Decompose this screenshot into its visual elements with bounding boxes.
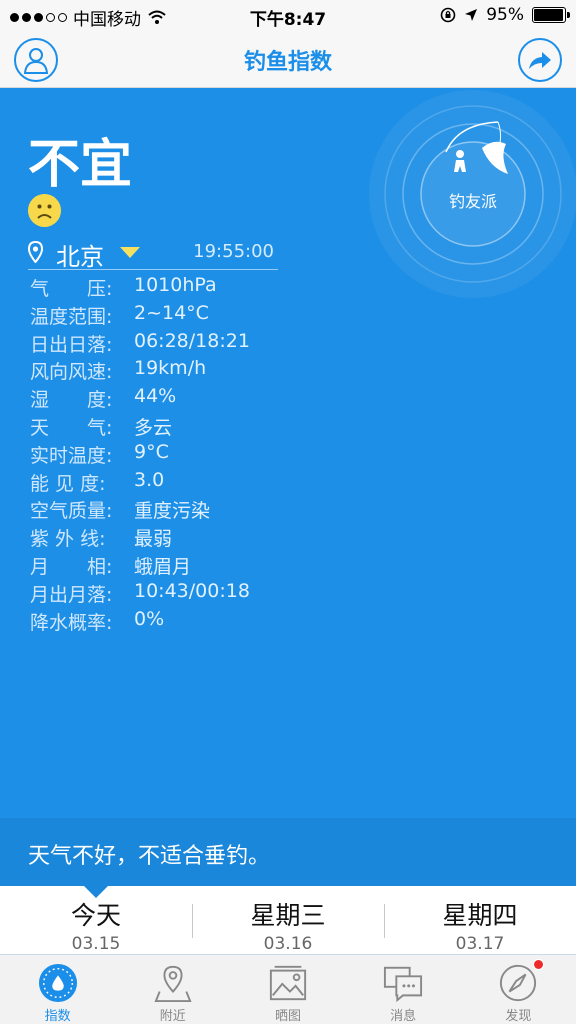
- info-row: 紫 外 线: 最弱: [30, 524, 250, 552]
- photo-icon: [269, 965, 307, 1001]
- verdict-title: 不宜: [28, 135, 133, 195]
- info-row: 空气质量: 重度污染: [30, 496, 250, 524]
- info-row: 温度范围: 2~14°C: [30, 302, 250, 330]
- info-row: 日出日落: 06:28/18:21: [30, 330, 250, 358]
- info-value: 最弱: [134, 528, 173, 551]
- info-row: 风向风速: 19km/h: [30, 357, 250, 385]
- tab-discover[interactable]: 发现: [461, 955, 576, 1024]
- day-name: 星期三: [250, 901, 326, 930]
- fishing-index-panel: 钓友派 不宜 北京 19:55:00 气 压: 1010hPa 温度范围: 2~14°…: [0, 88, 576, 818]
- update-time: 19:55:00: [193, 241, 274, 262]
- info-row: 气 压: 1010hPa: [30, 274, 250, 302]
- day-date: 03.16: [263, 934, 313, 954]
- tab-label: 消息: [390, 1009, 417, 1024]
- info-row: 天 气: 多云: [30, 413, 250, 441]
- info-label: 天 气:: [30, 416, 113, 439]
- day-selector: 今天 03.15 星期三 03.16 星期四 03.17: [0, 886, 576, 954]
- tab-label: 晒图: [274, 1009, 301, 1024]
- info-row: 湿 度: 44%: [30, 385, 250, 413]
- info-value: 重度污染: [134, 500, 211, 523]
- tab-photos[interactable]: 晒图: [230, 955, 345, 1024]
- day-tab-today[interactable]: 今天 03.15: [0, 896, 192, 954]
- info-value: 蛾眉月: [134, 555, 192, 578]
- info-label: 降水概率:: [30, 611, 113, 634]
- chevron-down-icon[interactable]: [120, 247, 140, 258]
- info-label: 湿 度:: [30, 389, 113, 412]
- info-label: 紫 外 线:: [30, 528, 106, 551]
- share-icon: [529, 52, 551, 69]
- tab-messages[interactable]: 消息: [346, 955, 461, 1024]
- message-icon: [384, 966, 423, 1003]
- info-row: 降水概率: 0%: [30, 608, 250, 636]
- tab-bar: 指数 附近 晒图 消息 发现: [0, 954, 576, 1024]
- tab-index[interactable]: 指数: [0, 955, 115, 1024]
- day-date: 03.17: [455, 934, 505, 954]
- info-label: 空气质量:: [30, 500, 113, 523]
- battery-percent: 95%: [486, 5, 524, 25]
- info-value: 19km/h: [134, 357, 207, 380]
- map-pin-icon: [154, 965, 192, 1003]
- info-value: 0%: [134, 607, 165, 630]
- tab-label: 发现: [505, 1009, 532, 1024]
- share-button[interactable]: [518, 38, 562, 82]
- info-label: 实时温度:: [30, 444, 113, 467]
- info-value: 06:28/18:21: [134, 329, 250, 352]
- day-name: 今天: [70, 901, 121, 930]
- location-pin-icon: [28, 241, 43, 263]
- fisherman-logo-icon: [445, 121, 508, 174]
- day-tab-thursday[interactable]: 星期四 03.17: [384, 896, 576, 954]
- info-label: 月 相:: [30, 555, 113, 578]
- location-selector[interactable]: 北京 19:55:00: [28, 236, 278, 271]
- info-label: 日出日落:: [30, 333, 113, 356]
- info-label: 温度范围:: [30, 305, 113, 328]
- city-name: 北京: [56, 243, 104, 271]
- info-label: 风向风速:: [30, 361, 113, 384]
- info-value: 1010hPa: [134, 274, 217, 296]
- weather-info-list: 气 压: 1010hPa 温度范围: 2~14°C 日出日落: 06:28/18:21 风向…: [30, 274, 250, 635]
- notification-badge: [532, 959, 544, 970]
- info-row: 月 相: 蛾眉月: [30, 552, 250, 580]
- day-date: 03.15: [71, 934, 121, 954]
- page-title: 钓鱼指数: [243, 50, 332, 75]
- brand-name: 钓友派: [448, 192, 497, 211]
- info-value: 2~14°C: [134, 301, 209, 324]
- advice-strip: 天气不好，不适合垂钓。: [0, 818, 576, 886]
- nav-bar: 钓鱼指数: [0, 30, 576, 88]
- info-label: 月出月落:: [30, 583, 113, 606]
- info-value: 多云: [134, 416, 173, 439]
- info-label: 能 见 度:: [30, 472, 106, 495]
- day-tab-wednesday[interactable]: 星期三 03.16: [192, 896, 384, 954]
- info-row: 月出月落: 10:43/00:18: [30, 580, 250, 608]
- compass-icon: [500, 964, 537, 1002]
- tab-nearby[interactable]: 附近: [115, 955, 230, 1024]
- sad-face-icon: [28, 194, 61, 227]
- info-value: 10:43/00:18: [134, 579, 250, 602]
- day-name: 星期四: [442, 901, 518, 930]
- location-arrow-icon: [465, 9, 478, 21]
- tab-label: 指数: [44, 1009, 71, 1024]
- tab-label: 附近: [159, 1009, 186, 1024]
- info-row: 能 见 度: 3.0: [30, 469, 250, 497]
- index-drop-icon: [38, 963, 77, 1003]
- info-value: 9°C: [134, 440, 169, 463]
- advice-text: 天气不好，不适合垂钓。: [28, 844, 271, 869]
- battery-fill: [534, 9, 563, 21]
- info-label: 气 压:: [30, 278, 113, 300]
- info-value: 3.0: [134, 468, 165, 491]
- battery-icon: [532, 7, 570, 23]
- status-bar: 中国移动 下午8:47 95%: [0, 0, 576, 30]
- status-right: 95%: [440, 5, 570, 25]
- lock-rotation-icon: [440, 7, 456, 23]
- info-value: 44%: [134, 385, 177, 408]
- info-row: 实时温度: 9°C: [30, 441, 250, 469]
